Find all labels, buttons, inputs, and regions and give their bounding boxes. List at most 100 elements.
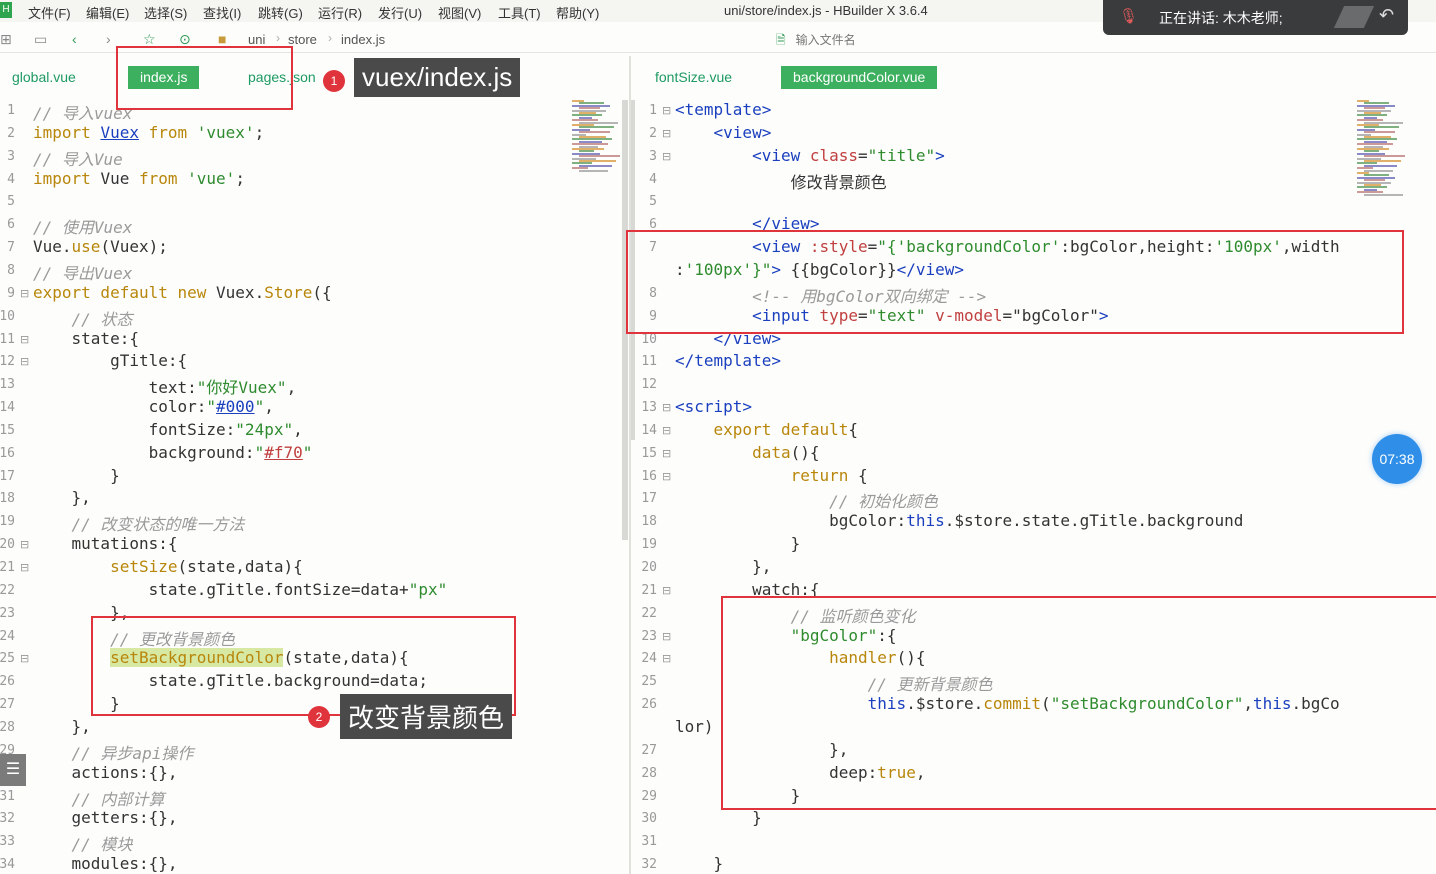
menu-edit[interactable]: 编辑(E) (86, 3, 129, 22)
code-line[interactable]: export default{ (675, 420, 859, 439)
fold-toggle-icon[interactable]: ⊟ (20, 333, 29, 346)
drag-handle-icon[interactable] (1333, 6, 1375, 28)
menu-tools[interactable]: 工具(T) (498, 3, 541, 22)
tab-backgroundcolor-vue[interactable]: backgroundColor.vue (781, 66, 938, 89)
code-line[interactable]: </template> (675, 351, 781, 370)
code-line[interactable]: fontSize:"24px", (33, 420, 303, 439)
fold-toggle-icon[interactable]: ⊟ (20, 287, 29, 300)
menu-find[interactable]: 查找(I) (203, 3, 241, 22)
line-number: 20 (641, 560, 657, 575)
code-line[interactable]: } (675, 534, 801, 553)
fold-toggle-icon[interactable]: ⊟ (20, 355, 29, 368)
line-number: 2 (7, 125, 15, 141)
back-arrow-icon[interactable]: ↶ (1379, 5, 1394, 26)
code-line[interactable]: // 导入Vue (33, 146, 123, 170)
fold-toggle-icon[interactable]: ⊟ (662, 630, 671, 643)
code-line[interactable]: actions:{}, (33, 763, 178, 782)
line-number: 23 (0, 605, 15, 621)
recording-timer[interactable]: 07:38 (1372, 434, 1422, 484)
code-line[interactable]: getters:{}, (33, 808, 178, 827)
fold-toggle-icon[interactable]: ⊟ (662, 584, 671, 597)
menu-help[interactable]: 帮助(Y) (556, 3, 599, 22)
code-line[interactable]: modules:{}, (33, 854, 178, 873)
outline-toggle-icon[interactable]: ☰ (0, 754, 26, 786)
fold-toggle-icon[interactable]: ⊟ (662, 150, 671, 163)
code-token: // 异步api操作 (33, 743, 194, 763)
code-line[interactable]: // 导出Vuex (33, 260, 132, 284)
code-line[interactable]: state:{ (33, 329, 139, 348)
fold-toggle-icon[interactable]: ⊟ (662, 401, 671, 414)
code-line[interactable]: background:"#f70" (33, 443, 313, 462)
code-line[interactable]: export default new Vuex.Store({ (33, 283, 332, 302)
code-line[interactable]: } (33, 466, 120, 485)
code-line[interactable]: // 初始化颜色 (675, 488, 938, 512)
code-line[interactable]: data(){ (675, 443, 819, 462)
new-file-icon[interactable]: ⊞ (0, 31, 12, 48)
code-line[interactable]: color:"#000", (33, 397, 274, 416)
menu-run[interactable]: 运行(R) (318, 3, 362, 22)
menu-view[interactable]: 视图(V) (438, 3, 481, 22)
code-line[interactable]: <view> (675, 123, 772, 142)
code-line[interactable]: // 内部计算 (33, 786, 165, 810)
file-search-input[interactable]: 🗎 输入文件名 (776, 31, 856, 52)
save-icon[interactable]: ▭ (34, 31, 47, 48)
menu-select[interactable]: 选择(S) (144, 3, 187, 22)
forward-icon[interactable]: › (106, 31, 111, 47)
highlight-box-tab (116, 46, 293, 110)
code-line[interactable]: <script> (675, 397, 752, 416)
code-token: fontSize: (33, 419, 236, 439)
code-line[interactable]: import Vue from 'vue'; (33, 169, 245, 188)
fold-toggle-icon[interactable]: ⊟ (20, 652, 29, 665)
code-line[interactable]: mutations:{ (33, 534, 178, 553)
back-icon[interactable]: ‹ (72, 31, 77, 47)
line-number: 2 (649, 125, 657, 141)
code-line[interactable]: gTitle:{ (33, 351, 187, 370)
code-line[interactable]: text:"你好Vuex", (33, 374, 297, 398)
code-line[interactable]: Vue.use(Vuex); (33, 237, 168, 256)
minimap-right[interactable] (1357, 100, 1405, 196)
code-line[interactable]: <template> (675, 100, 771, 119)
code-line[interactable]: }, (33, 488, 91, 507)
code-line[interactable]: bgColor:this.$store.state.gTitle.backgro… (675, 511, 1243, 530)
breadcrumb-store[interactable]: store (288, 32, 317, 47)
code-line[interactable]: } (675, 808, 762, 827)
breadcrumb-file[interactable]: index.js (341, 32, 385, 47)
code-line[interactable]: lor) (675, 717, 714, 736)
line-number: 34 (0, 857, 15, 873)
code-line[interactable]: // 异步api操作 (33, 740, 194, 764)
fold-toggle-icon[interactable]: ⊟ (662, 424, 671, 437)
tab-global-vue[interactable]: global.vue (0, 66, 88, 89)
fold-toggle-icon[interactable]: ⊟ (20, 561, 29, 574)
code-line[interactable]: setSize(state,data){ (33, 557, 303, 576)
file-search-icon: 🗎 (776, 33, 786, 47)
code-line[interactable]: // 状态 (33, 306, 133, 330)
breadcrumb-uni[interactable]: uni (248, 32, 265, 47)
code-token: , (286, 378, 297, 398)
minimap-left[interactable] (572, 100, 620, 180)
code-line[interactable]: }, (33, 717, 91, 736)
fold-toggle-icon[interactable]: ⊟ (662, 127, 671, 140)
code-line[interactable]: state.gTitle.fontSize=data+"px" (33, 580, 448, 599)
fold-toggle-icon[interactable]: ⊟ (662, 470, 671, 483)
code-token: return (675, 465, 859, 485)
mic-muted-icon[interactable]: 🎙 (1119, 7, 1138, 25)
code-line[interactable]: // 改变状态的唯一方法 (33, 511, 245, 535)
code-token: ; (235, 168, 245, 188)
code-line[interactable]: } (675, 854, 724, 873)
code-line[interactable]: // 模块 (33, 831, 133, 855)
fold-toggle-icon[interactable]: ⊟ (662, 104, 671, 117)
code-line[interactable]: return { (675, 466, 868, 485)
code-line[interactable]: // 使用Vuex (33, 214, 132, 238)
menu-publish[interactable]: 发行(U) (378, 3, 422, 22)
code-token: import (33, 168, 101, 188)
menu-file[interactable]: 文件(F) (28, 3, 71, 22)
menu-goto[interactable]: 跳转(G) (258, 3, 303, 22)
tab-fontsize-vue[interactable]: fontSize.vue (643, 66, 744, 89)
code-line[interactable]: import Vuex from 'vuex'; (33, 123, 264, 142)
code-line[interactable]: <view class="title"> (675, 146, 945, 165)
code-line[interactable]: }, (675, 557, 771, 576)
fold-toggle-icon[interactable]: ⊟ (662, 652, 671, 665)
code-line[interactable]: 修改背景颜色 (675, 169, 887, 193)
fold-toggle-icon[interactable]: ⊟ (20, 538, 29, 551)
fold-toggle-icon[interactable]: ⊟ (662, 447, 671, 460)
